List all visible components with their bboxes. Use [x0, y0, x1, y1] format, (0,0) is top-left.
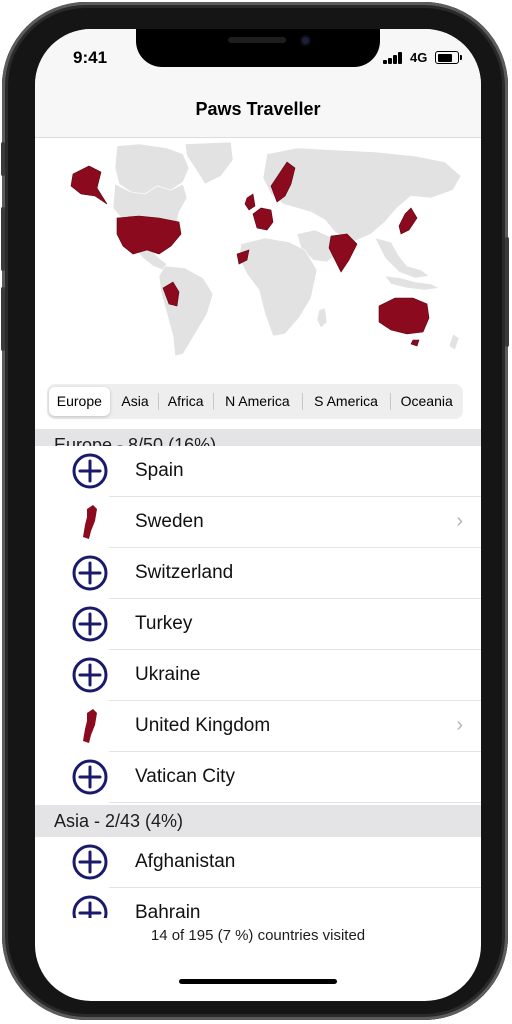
speaker-grille	[228, 37, 286, 43]
country-name: Vatican City	[135, 766, 235, 787]
india	[328, 233, 358, 273]
screen: 9:41 4G Paws Traveller Europe Asia Afric…	[35, 29, 481, 1001]
country-name: Switzerland	[135, 562, 234, 583]
country-row-turkey[interactable]: Turkey	[35, 599, 481, 650]
add-circle-icon[interactable]	[67, 656, 113, 694]
country-row-afghanistan[interactable]: Afghanistan	[35, 837, 481, 888]
tab-africa[interactable]: Africa	[158, 387, 213, 416]
add-country-button[interactable]	[67, 843, 113, 881]
greenland	[184, 141, 234, 185]
country-row-bahrain[interactable]: Bahrain	[35, 888, 481, 918]
add-country-button[interactable]	[67, 554, 113, 592]
add-circle-icon[interactable]	[67, 605, 113, 643]
country-name: United Kingdom	[135, 715, 271, 736]
continent-segmented-control[interactable]: Europe Asia Africa N America S America Oceani…	[47, 384, 463, 419]
country-row-spain[interactable]: Spain	[35, 446, 481, 497]
country-row-vatican-city[interactable]: Vatican City	[35, 752, 481, 803]
eurasia	[262, 147, 462, 243]
country-row-ukraine[interactable]: Ukraine	[35, 650, 481, 701]
add-circle-icon[interactable]	[67, 894, 113, 918]
country-row-switzerland[interactable]: Switzerland	[35, 548, 481, 599]
new-zealand	[448, 333, 460, 351]
visited-country-shape-icon[interactable]	[67, 503, 113, 541]
add-country-button[interactable]	[67, 758, 113, 796]
page-title: Paws Traveller	[195, 99, 321, 119]
add-country-button[interactable]	[67, 605, 113, 643]
alaska	[70, 165, 108, 205]
add-country-button[interactable]	[67, 452, 113, 490]
navigation-bar: Paws Traveller	[35, 79, 481, 138]
cellular-signal-icon	[383, 52, 407, 64]
visited-country-shape-icon[interactable]	[67, 707, 113, 745]
country-name: Afghanistan	[135, 851, 236, 872]
home-indicator[interactable]	[179, 979, 337, 984]
tasmania	[410, 339, 420, 347]
power-button	[505, 237, 509, 347]
country-name: Spain	[135, 460, 184, 481]
southeast-asia	[374, 237, 430, 279]
country-row-united-kingdom[interactable]: United Kingdom ›	[35, 701, 481, 752]
section-title: Asia - 2/43 (4%)	[54, 811, 184, 831]
tab-europe[interactable]: Europe	[49, 387, 110, 416]
south-america	[158, 265, 214, 357]
visited-country-map-icon[interactable]	[67, 503, 113, 541]
country-name: Bahrain	[135, 902, 201, 918]
add-circle-icon[interactable]	[67, 554, 113, 592]
visited-summary: 14 of 195 (7 %) countries visited	[150, 927, 366, 944]
country-name: Sweden	[135, 511, 204, 532]
country-name: Turkey	[135, 613, 193, 634]
tab-asia[interactable]: Asia	[112, 387, 159, 416]
africa	[238, 237, 318, 337]
uk	[244, 193, 256, 211]
world-map-graphic	[70, 141, 462, 357]
front-camera	[300, 35, 311, 46]
chevron-right-icon: ›	[456, 510, 463, 532]
tab-n-america[interactable]: N America	[213, 387, 302, 416]
volume-down-button	[1, 287, 5, 351]
japan	[398, 207, 418, 235]
battery-level	[437, 53, 452, 62]
tab-oceania[interactable]: Oceania	[390, 387, 463, 416]
australia	[378, 297, 430, 335]
country-name: Ukraine	[135, 664, 201, 685]
volume-up-button	[1, 207, 5, 271]
chevron-right-icon: ›	[456, 714, 463, 736]
notch	[136, 29, 380, 67]
section-header-asia: Asia - 2/43 (4%)	[35, 805, 481, 837]
phone-frame: 9:41 4G Paws Traveller Europe Asia Afric…	[1, 2, 509, 1020]
network-type: 4G	[410, 50, 428, 65]
silent-switch	[1, 142, 5, 176]
madagascar	[316, 307, 328, 329]
add-circle-icon[interactable]	[67, 758, 113, 796]
country-row-sweden[interactable]: Sweden ›	[35, 497, 481, 548]
western-europe	[252, 207, 274, 231]
add-country-button[interactable]	[67, 894, 113, 918]
world-map[interactable]	[35, 138, 481, 378]
add-country-button[interactable]	[67, 656, 113, 694]
row-divider	[109, 802, 481, 803]
add-circle-icon[interactable]	[67, 452, 113, 490]
usa	[116, 215, 182, 255]
status-time: 9:41	[73, 48, 108, 67]
countries-list[interactable]: Europe - 8/50 (16%) Spain Sweden › Switzerl…	[35, 429, 481, 918]
indonesia	[384, 275, 440, 291]
battery-icon	[435, 51, 462, 64]
visited-country-map-icon[interactable]	[67, 707, 113, 745]
tab-s-america[interactable]: S America	[301, 387, 391, 416]
add-circle-icon[interactable]	[67, 843, 113, 881]
